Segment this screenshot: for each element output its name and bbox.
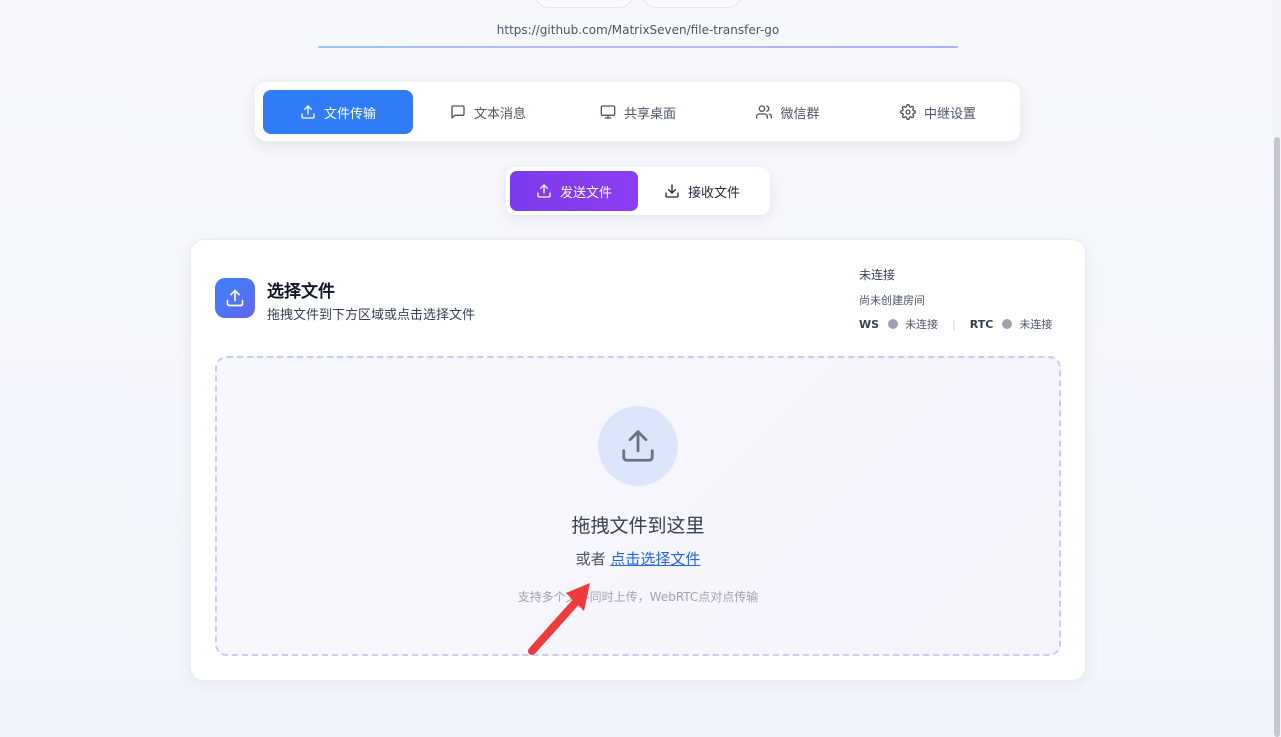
users-icon [756, 105, 773, 119]
monitor-icon [600, 105, 616, 119]
tab-wechat-group[interactable]: 微信群 [713, 90, 863, 134]
drop-upload-circle [598, 406, 678, 486]
annotation-arrow-icon [528, 583, 590, 655]
upload-icon [226, 289, 244, 307]
ws-status-dot [888, 319, 899, 329]
tab-label: 共享桌面 [623, 106, 676, 122]
file-drop-zone[interactable]: 拖拽文件到这里 或者 点击选择文件 支持多个文件同时上传，WebRTC点对点传输 [215, 356, 1061, 656]
room-status: 尚未创建房间 [859, 294, 925, 307]
tab-label: 微信群 [780, 106, 820, 122]
tab-label: 中继设置 [923, 106, 976, 122]
send-receive-toggle: 发送文件 接收文件 [506, 167, 770, 215]
rtc-label: RTC [969, 317, 994, 331]
tab-relay-settings[interactable]: 中继设置 [863, 90, 1013, 134]
send-file-label: 发送文件 [559, 185, 612, 201]
ws-label: WS [859, 317, 880, 331]
card-upload-badge [215, 278, 255, 318]
drop-hint: 支持多个文件同时上传，WebRTC点对点传输 [517, 590, 759, 604]
drop-or-line: 或者 点击选择文件 [217, 548, 1059, 569]
select-file-link[interactable]: 点击选择文件 [610, 550, 700, 568]
url-underline [318, 46, 958, 48]
send-file-button[interactable]: 发送文件 [510, 171, 638, 211]
status-divider: | [952, 317, 956, 331]
top-pill-left[interactable] [534, 0, 634, 8]
receive-file-label: 接收文件 [687, 185, 740, 201]
tab-label: 文件传输 [323, 106, 376, 122]
connection-status: 未连接 [859, 268, 896, 282]
file-select-card: 选择文件 拖拽文件到下方区域或点击选择文件 未连接 尚未创建房间 WS 未连接 … [190, 239, 1086, 681]
rtc-status-dot [1002, 319, 1013, 329]
upload-icon [537, 184, 551, 198]
rtc-state: 未连接 [1019, 318, 1053, 331]
tab-label: 文本消息 [473, 106, 526, 122]
drop-or-text: 或者 [575, 550, 606, 568]
upload-icon [622, 430, 654, 462]
receive-file-button[interactable]: 接收文件 [638, 171, 766, 211]
tab-text-message[interactable]: 文本消息 [413, 90, 563, 134]
tab-share-desktop[interactable]: 共享桌面 [563, 90, 713, 134]
scrollbar-thumb[interactable] [1274, 137, 1280, 737]
top-pill-right[interactable] [642, 0, 742, 8]
gear-icon [900, 104, 916, 120]
ws-state: 未连接 [905, 318, 939, 331]
page-scrollbar[interactable] [1273, 0, 1281, 737]
repo-url[interactable]: https://github.com/MatrixSeven/file-tran… [0, 23, 1276, 37]
drop-title: 拖拽文件到这里 [571, 515, 705, 537]
main-tab-bar: 文件传输 文本消息 共享桌面 微信群 中继设置 [254, 81, 1021, 142]
upload-icon [301, 105, 315, 119]
card-title: 选择文件 [267, 282, 335, 302]
card-subtitle: 拖拽文件到下方区域或点击选择文件 [267, 308, 476, 323]
message-icon [451, 105, 465, 119]
download-icon [665, 184, 679, 198]
tab-file-transfer[interactable]: 文件传输 [263, 90, 413, 134]
channel-status-row: WS 未连接 | RTC 未连接 [859, 316, 1052, 332]
